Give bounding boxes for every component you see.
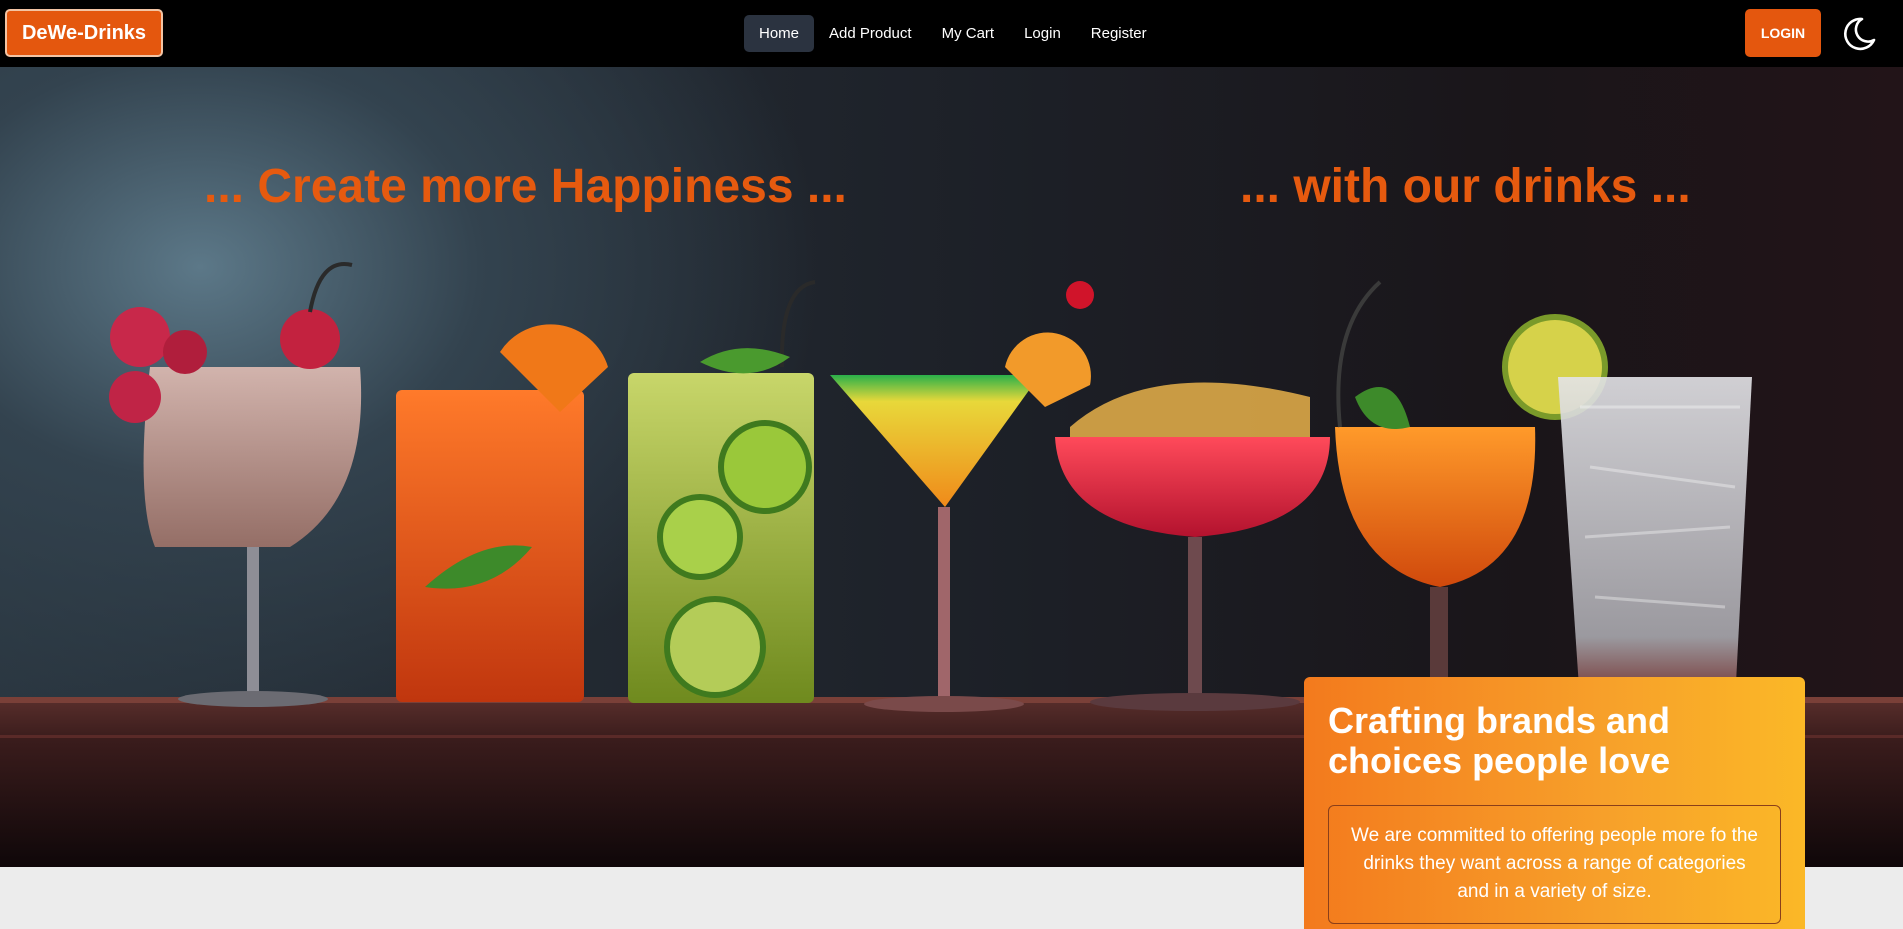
- nav-item-home[interactable]: Home: [744, 15, 815, 52]
- page: DeWe-Drinks Home Add Product My Cart Log…: [0, 0, 1903, 929]
- nav-item-add-product[interactable]: Add Product: [814, 15, 927, 52]
- nav-links: Home Add Product My Cart Login Register: [744, 15, 1162, 52]
- brand-logo-button[interactable]: DeWe-Drinks: [5, 9, 163, 57]
- hero-headline-right: ... with our drinks ...: [1240, 160, 1691, 213]
- login-button[interactable]: LOGIN: [1745, 9, 1821, 57]
- navbar: DeWe-Drinks Home Add Product My Cart Log…: [0, 0, 1903, 67]
- moon-icon[interactable]: [1838, 14, 1878, 54]
- nav-item-my-cart[interactable]: My Cart: [927, 15, 1010, 52]
- promo-card-title: Crafting brands and choices people love: [1328, 700, 1671, 781]
- nav-item-register[interactable]: Register: [1076, 15, 1162, 52]
- nav-item-login[interactable]: Login: [1009, 15, 1076, 52]
- hero-headline-left: ... Create more Happiness ...: [204, 160, 847, 213]
- promo-card-text: We are committed to offering people more…: [1328, 805, 1781, 924]
- promo-card: Crafting brands and choices people love …: [1304, 677, 1805, 929]
